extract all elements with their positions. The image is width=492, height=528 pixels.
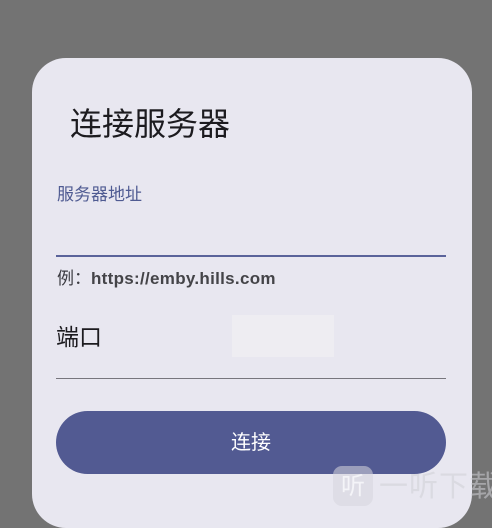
server-address-underline [56, 255, 446, 257]
watermark: 听 一听下载 [333, 464, 492, 506]
hint-example-url: https://emby.hills.com [91, 269, 276, 288]
watermark-logo: 听 [333, 466, 373, 506]
server-address-label: 服务器地址 [57, 185, 142, 205]
server-address-hint: 例：https://emby.hills.com [57, 267, 276, 291]
connect-server-dialog: 连接服务器 服务器地址 例：https://emby.hills.com 端口 … [32, 58, 472, 528]
hint-prefix: 例： [57, 269, 91, 289]
port-underline [56, 378, 446, 379]
port-label: 端口 [56, 325, 102, 351]
server-address-input[interactable] [56, 218, 446, 254]
watermark-text: 一听下载 [379, 469, 492, 503]
dialog-title: 连接服务器 [70, 105, 231, 143]
port-input[interactable] [232, 315, 334, 357]
